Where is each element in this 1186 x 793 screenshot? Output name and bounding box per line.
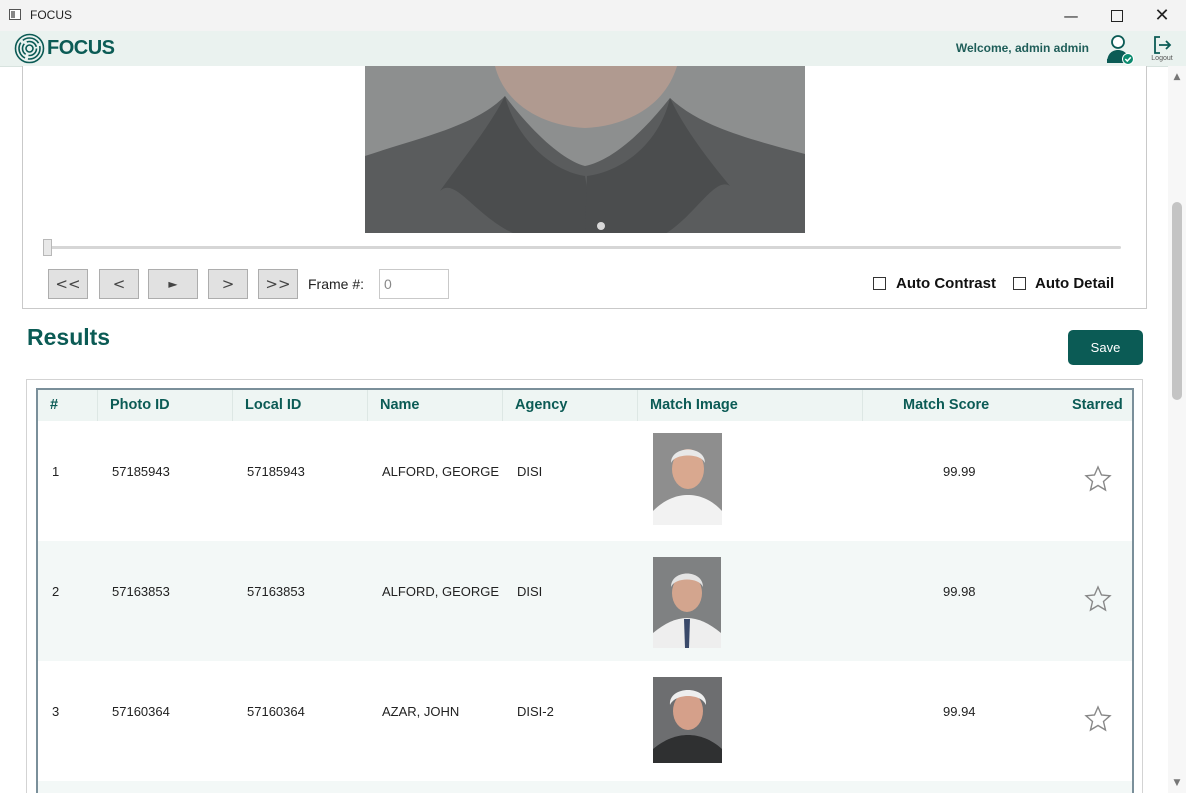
auto-detail-checkbox[interactable] [1013,277,1026,290]
column-header-local-id[interactable]: Local ID [245,397,301,413]
vertical-scrollbar[interactable]: ▲ ▼ [1168,66,1186,793]
column-header-match-image[interactable]: Match Image [650,397,738,413]
local-id-cell: 57163853 [247,584,305,599]
table-row[interactable]: 1 57185943 57185943 ALFORD, GEORGE DISI … [38,421,1132,541]
column-divider [862,390,863,421]
column-divider [232,390,233,421]
local-id-cell: 57160364 [247,704,305,719]
close-icon[interactable]: ✕ [1139,0,1185,31]
star-icon[interactable] [1084,585,1112,613]
scroll-up-icon[interactable]: ▲ [1172,72,1182,82]
scrollbar-thumb[interactable] [1172,202,1182,400]
fingerprint-logo-icon [14,33,45,64]
logout-label: Logout [1151,55,1173,62]
star-icon[interactable] [1084,465,1112,493]
row-number: 1 [52,464,60,479]
photo-id-cell: 57185943 [112,464,170,479]
save-button[interactable]: Save [1068,330,1143,365]
logout-button[interactable]: Logout [1148,33,1176,65]
agency-cell: DISI-2 [517,704,554,719]
window-titlebar: FOCUS — ✕ [0,0,1186,32]
name-cell: ALFORD, GEORGE [382,584,500,599]
results-title: Results [27,324,111,350]
app-header: FOCUS Welcome, admin admin Logout [0,31,1186,67]
video-player-panel: << < ► > >> Frame #: 0 Auto Contrast Aut… [22,66,1147,309]
table-header: # Photo ID Local ID Name Agency Match Im… [38,390,1132,421]
column-divider [637,390,638,421]
match-score-cell: 99.99 [943,464,976,479]
user-verified-icon[interactable] [1104,33,1136,65]
match-score-cell: 99.94 [943,704,976,719]
previous-frame-button[interactable]: < [99,269,139,299]
local-id-cell: 57185943 [247,464,305,479]
results-table: # Photo ID Local ID Name Agency Match Im… [36,388,1134,793]
play-button[interactable]: ► [148,269,198,299]
welcome-text: Welcome, admin admin [955,41,1089,55]
maximize-icon[interactable] [1094,0,1140,31]
last-frame-button[interactable]: >> [258,269,298,299]
app-window-icon [9,9,21,20]
match-image-thumbnail[interactable] [653,677,722,763]
minimize-icon[interactable]: — [1048,0,1094,31]
main-content: << < ► > >> Frame #: 0 Auto Contrast Aut… [0,66,1168,793]
star-icon[interactable] [1084,705,1112,733]
row-number: 3 [52,704,60,719]
match-score-cell: 99.98 [943,584,976,599]
next-frame-button[interactable]: > [208,269,248,299]
agency-cell: DISI [517,584,543,599]
match-image-thumbnail[interactable] [653,433,722,525]
photo-id-cell: 57160364 [112,704,170,719]
name-cell: ALFORD, GEORGE [382,464,500,479]
column-header-match-score[interactable]: Match Score [903,397,989,413]
video-frame-image [365,66,805,233]
column-divider [97,390,98,421]
column-header-agency[interactable]: Agency [515,397,567,413]
column-divider [502,390,503,421]
agency-cell: DISI [517,464,543,479]
match-image-thumbnail[interactable] [653,557,721,648]
frame-number-label: Frame #: [308,276,365,292]
table-row[interactable] [38,781,1132,793]
logout-icon [1154,36,1172,54]
column-divider [367,390,368,421]
frame-number-input[interactable]: 0 [379,269,449,299]
window-title: FOCUS [30,8,72,22]
auto-contrast-label[interactable]: Auto Contrast [896,275,996,292]
column-header-name[interactable]: Name [380,397,420,413]
column-header-starred[interactable]: Starred [1072,397,1123,413]
app-logo-text: FOCUS [47,37,115,59]
video-timeline-track[interactable] [45,246,1121,249]
row-number: 2 [52,584,60,599]
table-row[interactable]: 2 57163853 57163853 ALFORD, GEORGE DISI … [38,541,1132,661]
auto-detail-label[interactable]: Auto Detail [1035,275,1114,292]
column-header-number[interactable]: # [50,397,58,413]
scroll-down-icon[interactable]: ▼ [1172,778,1182,788]
auto-contrast-checkbox[interactable] [873,277,886,290]
column-header-photo-id[interactable]: Photo ID [110,397,170,413]
table-row[interactable]: 3 57160364 57160364 AZAR, JOHN DISI-2 99… [38,661,1132,781]
name-cell: AZAR, JOHN [382,704,460,719]
results-table-container: # Photo ID Local ID Name Agency Match Im… [26,379,1143,793]
video-timeline-handle[interactable] [43,239,52,256]
photo-id-cell: 57163853 [112,584,170,599]
first-frame-button[interactable]: << [48,269,88,299]
